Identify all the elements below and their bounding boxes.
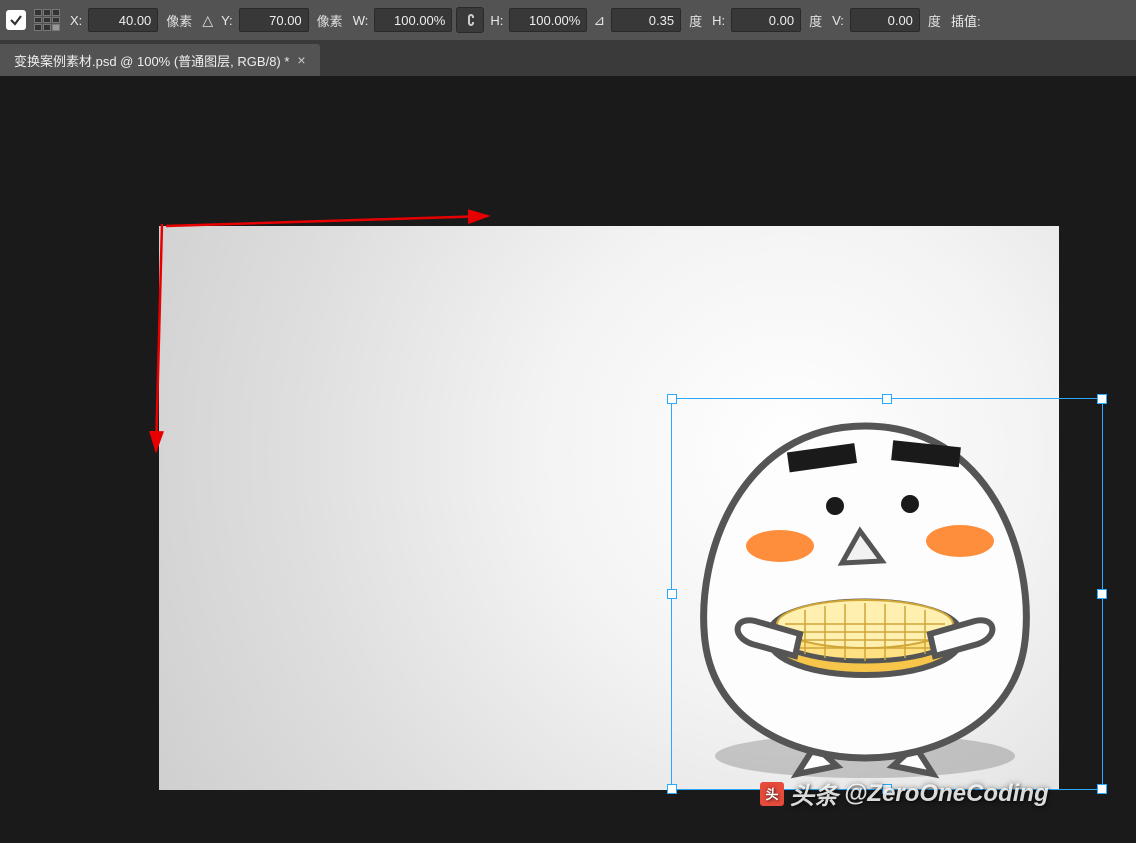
watermark: 头 头条 @ZeroOneCoding	[760, 776, 1049, 811]
w-field[interactable]: 100.00%	[374, 8, 452, 32]
commit-checkbox[interactable]	[6, 10, 26, 30]
y-field[interactable]: 70.00	[239, 8, 309, 32]
w-label: W:	[351, 13, 371, 28]
link-aspect-button[interactable]	[456, 7, 484, 33]
watermark-prefix: 头条	[790, 776, 838, 811]
interp-label: 插值:	[949, 11, 983, 30]
y-label: Y:	[219, 13, 235, 28]
hskew-label: H:	[710, 13, 727, 28]
delta-icon[interactable]: △	[200, 12, 215, 29]
y-unit: 像素	[313, 11, 347, 30]
handle-tm[interactable]	[882, 394, 892, 404]
angle-icon: ⊿	[591, 12, 607, 29]
h-label: H:	[488, 13, 505, 28]
hskew-unit: 度	[805, 11, 826, 30]
reference-point-grid[interactable]	[34, 9, 60, 31]
x-label: X:	[68, 13, 84, 28]
x-field[interactable]: 40.00	[88, 8, 158, 32]
hskew-field[interactable]: 0.00	[731, 8, 801, 32]
link-icon	[463, 13, 477, 27]
tab-title: 变换案例素材.psd @ 100% (普通图层, RGB/8) *	[14, 51, 289, 70]
tab-close-button[interactable]: ×	[297, 52, 305, 68]
watermark-handle: @ZeroOneCoding	[844, 780, 1049, 808]
handle-bl[interactable]	[667, 784, 677, 794]
x-unit: 像素	[162, 11, 196, 30]
handle-tl[interactable]	[667, 394, 677, 404]
check-icon	[9, 13, 23, 27]
handle-tr[interactable]	[1097, 394, 1107, 404]
angle-field[interactable]: 0.35	[611, 8, 681, 32]
document-tab-bar: 变换案例素材.psd @ 100% (普通图层, RGB/8) * ×	[0, 40, 1136, 76]
vskew-unit: 度	[924, 11, 945, 30]
handle-mr[interactable]	[1097, 589, 1107, 599]
angle-unit: 度	[685, 11, 706, 30]
vskew-label: V:	[830, 13, 846, 28]
canvas-area[interactable]: 头 头条 @ZeroOneCoding	[0, 76, 1136, 843]
h-field[interactable]: 100.00%	[509, 8, 587, 32]
transform-bounding-box[interactable]	[671, 398, 1103, 790]
transform-options-bar: X: 40.00 像素 △ Y: 70.00 像素 W: 100.00% H: …	[0, 0, 1136, 40]
vskew-field[interactable]: 0.00	[850, 8, 920, 32]
handle-br[interactable]	[1097, 784, 1107, 794]
handle-ml[interactable]	[667, 589, 677, 599]
toutiao-icon: 头	[760, 782, 784, 806]
document-tab[interactable]: 变换案例素材.psd @ 100% (普通图层, RGB/8) * ×	[0, 44, 320, 76]
